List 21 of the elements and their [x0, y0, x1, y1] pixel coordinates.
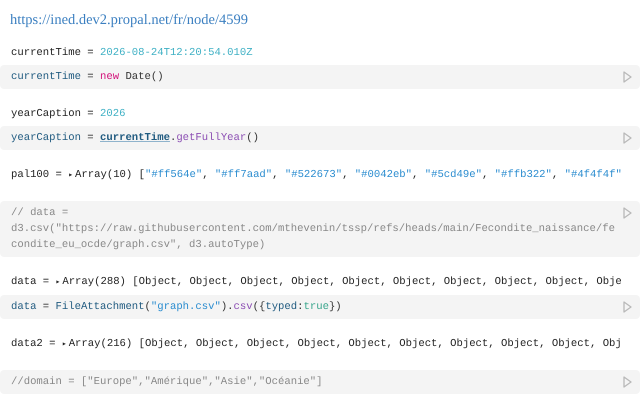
run-icon[interactable]	[623, 207, 632, 219]
code-line: data = FileAttachment("graph.csv").csv({typed:true})	[11, 300, 342, 315]
run-icon[interactable]	[623, 71, 632, 83]
cell-output: data = ▸ Array(288) [Object, Object, Object, Object, Object, Object, Object, Object, Object, Obje	[10, 275, 622, 290]
code-line: currentTime = new Date()	[11, 70, 164, 85]
run-icon[interactable]	[623, 132, 632, 144]
code-line: yearCaption = currentTime.getFullYear()	[11, 131, 259, 146]
code-line: //domain = ["Europe","Amérique","Asie","Océanie"]	[11, 375, 323, 390]
cell-output: pal100 = ▸ Array(10) ["#ff564e", "#ff7aad", "#522673", "#0042eb", "#5cd49e", "#ffb322", "#4f4f4f"	[10, 168, 622, 183]
code-cell[interactable]: yearCaption = currentTime.getFullYear()	[0, 126, 640, 150]
code-line: condite_eu_ocde/graph.csv", d3.autoType)	[11, 238, 266, 253]
code-line: d3.csv("https://raw.githubusercontent.com/mthevenin/tssp/refs/heads/main/Fecondite_naissance/fe	[11, 222, 615, 237]
cell-output: currentTime = 2026-08-24T12:20:54.010Z	[10, 46, 253, 61]
code-line: // data =	[11, 206, 68, 221]
cell-output: data2 = ▸ Array(216) [Object, Object, Object, Object, Object, Object, Object, Object, Object, Obj	[10, 337, 622, 352]
code-cell[interactable]: data = FileAttachment("graph.csv").csv({typed:true})	[0, 295, 640, 319]
run-icon[interactable]	[623, 376, 632, 388]
page-link[interactable]: https://ined.dev2.propal.net/fr/node/4599	[10, 12, 248, 29]
code-cell[interactable]: currentTime = new Date()	[0, 65, 640, 89]
run-icon[interactable]	[623, 301, 632, 313]
cell-output: yearCaption = 2026	[10, 107, 126, 122]
